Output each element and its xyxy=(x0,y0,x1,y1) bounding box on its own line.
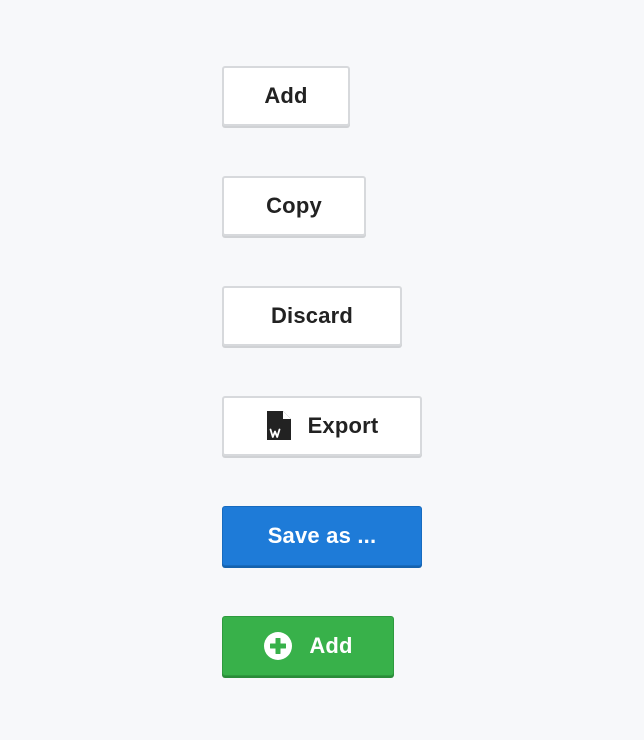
add-primary-button-label: Add xyxy=(309,633,353,658)
save-as-button[interactable]: Save as ... xyxy=(222,506,422,566)
copy-button-label: Copy xyxy=(266,193,322,218)
export-button-label: Export xyxy=(307,413,379,438)
add-button-label: Add xyxy=(264,83,308,108)
discard-button-label: Discard xyxy=(270,303,354,328)
copy-button[interactable]: Copy xyxy=(222,176,366,236)
discard-button[interactable]: Discard xyxy=(222,286,402,346)
word-document-icon xyxy=(266,411,292,441)
plus-circle-icon xyxy=(263,631,293,661)
export-button[interactable]: Export xyxy=(222,396,422,456)
add-primary-button[interactable]: Add xyxy=(222,616,394,676)
save-as-button-label: Save as ... xyxy=(267,523,377,548)
add-button[interactable]: Add xyxy=(222,66,350,126)
